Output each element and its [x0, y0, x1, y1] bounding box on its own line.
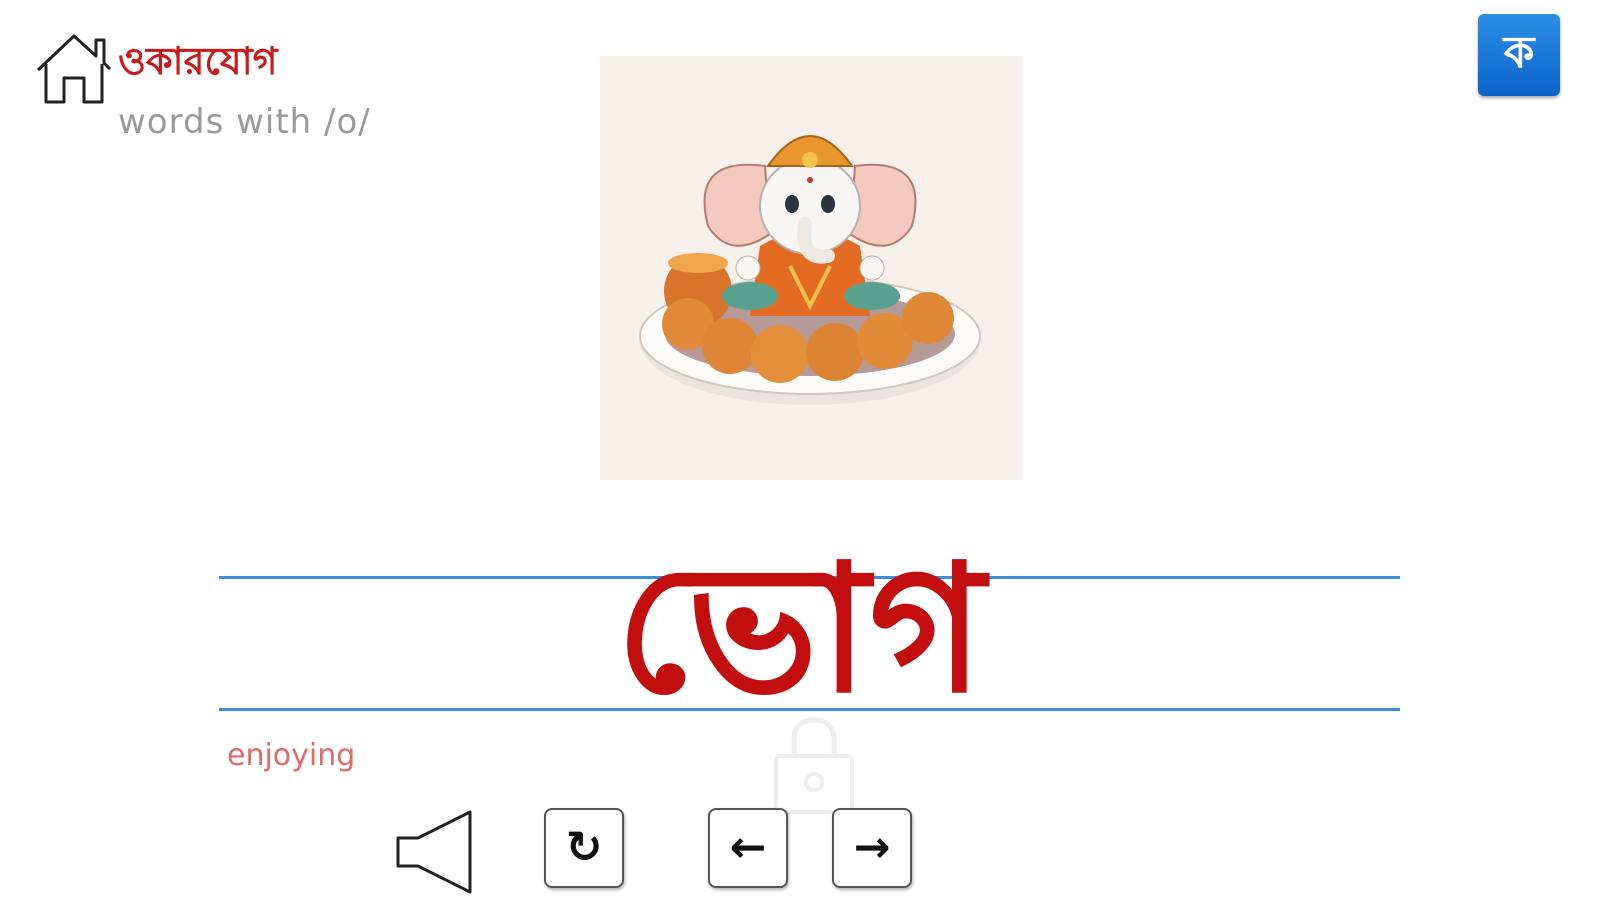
previous-button[interactable]: ←: [708, 808, 788, 888]
lock-icon: [774, 717, 854, 814]
replay-icon: ↻: [565, 822, 603, 873]
lesson-subtitle: words with /o/: [118, 102, 371, 142]
speaker-icon[interactable]: [394, 808, 480, 896]
next-button[interactable]: →: [832, 808, 912, 888]
word-illustration: [600, 56, 1022, 480]
script-toggle-button[interactable]: ক: [1478, 14, 1560, 96]
home-icon[interactable]: [34, 30, 114, 108]
word-text: ভোগ: [615, 527, 985, 732]
arrow-right-icon: →: [853, 822, 891, 873]
word-display: ভোগ: [540, 520, 1060, 740]
lesson-title: ওকারযোগ: [118, 39, 278, 83]
arrow-left-icon: ←: [729, 822, 767, 873]
replay-button[interactable]: ↻: [544, 808, 624, 888]
word-meaning: enjoying: [227, 738, 356, 773]
